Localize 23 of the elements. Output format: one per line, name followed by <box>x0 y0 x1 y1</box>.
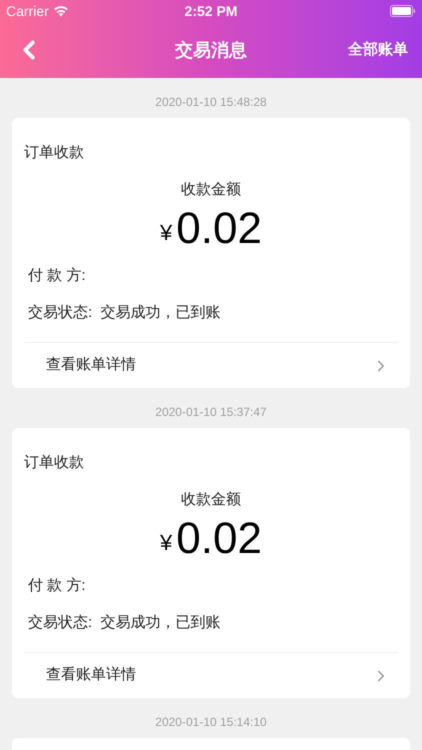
amount-value: 0.02 <box>176 203 262 255</box>
carrier-label: Carrier <box>6 2 49 20</box>
battery-icon <box>390 5 416 17</box>
payer-label: 付 款 方: <box>28 576 87 596</box>
currency-sign: ¥ <box>160 529 172 557</box>
card-title: 订单收款 <box>24 453 85 473</box>
bill-details-link[interactable]: 查看账单详情 <box>46 664 136 687</box>
payer-label: 付 款 方: <box>28 266 87 286</box>
amount-value: 0.02 <box>176 513 262 565</box>
amount-label: 收款金额 <box>181 180 241 200</box>
message-time: 2020-01-10 15:37:47 <box>155 404 267 421</box>
message-time: 2020-01-10 15:48:28 <box>155 94 267 111</box>
bill-details-link[interactable]: 查看账单详情 <box>46 354 136 377</box>
all-bills-link[interactable]: 全部账单 <box>348 38 408 62</box>
amount-label: 收款金额 <box>181 490 241 510</box>
wifi-icon <box>52 5 69 17</box>
status-text: 交易状态: 交易成功，已到账 <box>28 612 222 632</box>
card-title: 订单收款 <box>24 143 85 163</box>
status-text: 交易状态: 交易成功，已到账 <box>28 302 222 322</box>
page-title: 交易消息 <box>175 38 247 62</box>
message-time: 2020-01-10 15:14:10 <box>155 714 267 731</box>
clock: 2:52 PM <box>184 2 238 20</box>
currency-sign: ¥ <box>160 219 172 247</box>
